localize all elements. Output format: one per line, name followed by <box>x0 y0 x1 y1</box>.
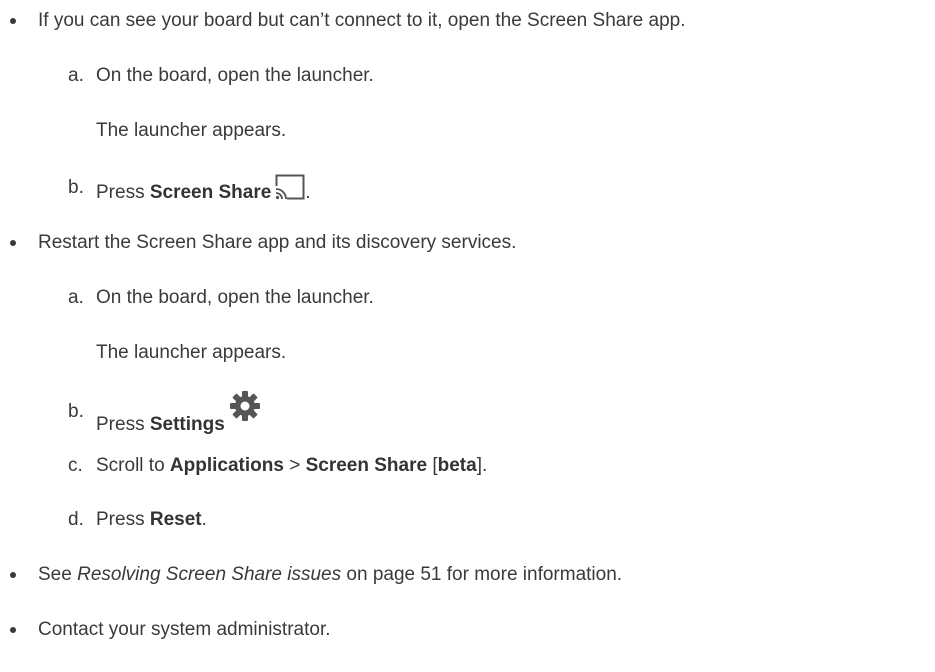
bullet-text-1: If you can see your board but can’t conn… <box>38 10 686 31</box>
step-result: The launcher appears. <box>96 342 287 363</box>
cross-reference-link[interactable]: Resolving Screen Share issues <box>77 564 341 585</box>
bullet-dot <box>10 627 16 633</box>
ui-term-screen-share: Screen Share <box>305 455 428 476</box>
step-prefix: Press <box>96 509 150 530</box>
gear-icon <box>229 390 261 429</box>
path-separator: > <box>283 455 306 476</box>
step-text: On the board, open the launcher. <box>96 287 374 308</box>
ui-term-screen-share: Screen Share <box>149 182 272 203</box>
step-prefix: Press <box>96 182 150 203</box>
ui-term-beta: beta <box>437 455 477 476</box>
step-marker: a. <box>68 287 84 308</box>
step-marker: d. <box>68 509 84 530</box>
step-result: The launcher appears. <box>96 120 287 141</box>
step-press-screen-share: Press Screen Share . <box>96 174 311 207</box>
step-text: On the board, open the launcher. <box>96 65 374 86</box>
step-mid: [ <box>427 455 438 476</box>
bullet-text-2: Restart the Screen Share app and its dis… <box>38 232 517 253</box>
step-scroll-to: Scroll to Applications > Screen Share [b… <box>96 454 487 478</box>
ui-term-reset: Reset <box>149 509 202 530</box>
bullet-dot <box>10 18 16 24</box>
step-prefix: Scroll to <box>96 455 170 476</box>
screen-share-icon <box>275 174 305 207</box>
step-marker: b. <box>68 401 84 422</box>
step-press-settings: Press Settings <box>96 390 261 437</box>
step-prefix: Press <box>96 414 150 435</box>
step-marker: b. <box>68 177 84 198</box>
step-marker: a. <box>68 65 84 86</box>
bullet-text-4: Contact your system administrator. <box>38 619 331 640</box>
step-suffix: . <box>201 509 207 530</box>
bullet-dot <box>10 240 16 246</box>
ui-term-settings: Settings <box>149 414 225 435</box>
ui-term-applications: Applications <box>169 455 284 476</box>
bullet-text-3: See Resolving Screen Share issues on pag… <box>38 563 622 587</box>
bullet-dot <box>10 572 16 578</box>
step-suffix: ]. <box>476 455 488 476</box>
step-press-reset: Press Reset. <box>96 508 207 532</box>
bullet-prefix: See <box>38 564 78 585</box>
step-suffix: . <box>305 182 311 203</box>
bullet-suffix: on page 51 for more information. <box>341 564 623 585</box>
step-marker: c. <box>68 455 83 476</box>
